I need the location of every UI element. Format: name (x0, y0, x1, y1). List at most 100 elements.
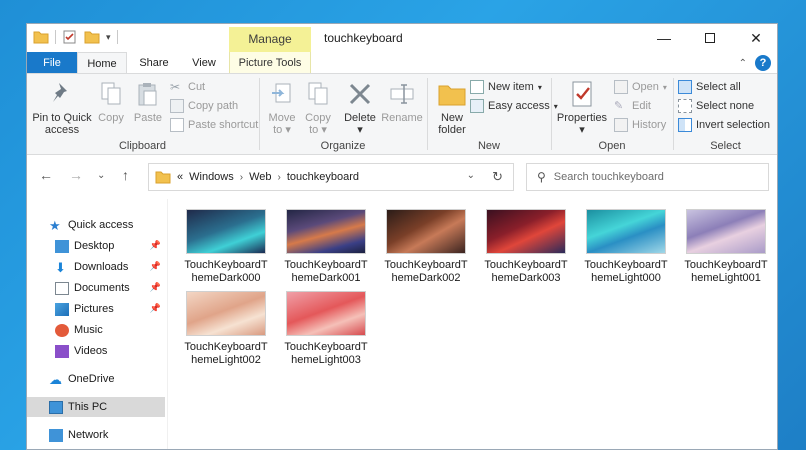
navigation-pane: ★ Quick access Desktop 📌 ⬇ Downloads 📌 D… (27, 199, 167, 449)
search-box[interactable]: ⚲ Search touchkeyboard (526, 163, 769, 191)
thumbnail-image (586, 209, 666, 254)
nav-item-documents[interactable]: Documents 📌 (27, 278, 165, 298)
breadcrumb-separator-icon[interactable]: › (278, 172, 281, 183)
new-item-button[interactable]: New item ▾ (470, 80, 542, 94)
search-icon: ⚲ (537, 170, 546, 184)
manage-contextual-tab[interactable]: Manage (229, 27, 311, 52)
nav-label: Quick access (68, 219, 134, 231)
properties-button[interactable]: Properties ▾ (556, 78, 608, 136)
tab-share[interactable]: Share (134, 52, 174, 74)
nav-item-network[interactable]: Network (27, 425, 165, 445)
cut-button[interactable]: ✂ Cut (170, 80, 205, 94)
pin-icon[interactable]: 📌 (150, 282, 161, 293)
nav-item-music[interactable]: Music (27, 320, 165, 340)
paste-button[interactable]: Paste (130, 78, 166, 124)
copy-label: Copy (98, 112, 124, 124)
delete-x-icon (349, 83, 371, 105)
tab-picture-tools[interactable]: Picture Tools (229, 52, 311, 74)
customize-toolbar-dropdown-icon[interactable]: ▾ (106, 32, 111, 43)
tab-view[interactable]: View (185, 52, 223, 74)
nav-item-onedrive[interactable]: ☁ OneDrive (27, 369, 165, 389)
select-all-button[interactable]: Select all (678, 80, 741, 94)
maximize-button[interactable] (687, 24, 733, 52)
close-button[interactable]: ✕ (733, 24, 777, 52)
file-item[interactable]: TouchKeyboardT hemeDark003 (476, 209, 576, 285)
ribbon: Pin to Quick access Copy Paste ✂ Cut Cop… (27, 73, 777, 155)
new-folder-icon[interactable] (84, 30, 100, 44)
delete-button[interactable]: Delete ▾ (340, 78, 380, 136)
nav-label: Videos (74, 345, 108, 357)
nav-item-pictures[interactable]: Pictures 📌 (27, 299, 165, 319)
minimize-ribbon-chevron-icon[interactable]: ⌃ (739, 58, 747, 69)
file-item[interactable]: TouchKeyboardT hemeDark002 (376, 209, 476, 285)
nav-label: OneDrive (68, 373, 115, 385)
pin-icon[interactable]: 📌 (150, 261, 161, 272)
network-icon (49, 428, 63, 442)
file-item[interactable]: TouchKeyboardT hemeLight002 (176, 291, 276, 367)
help-icon[interactable]: ? (755, 55, 771, 71)
pin-icon[interactable]: 📌 (150, 240, 161, 251)
open-button[interactable]: Open ▾ (614, 80, 667, 94)
new-folder-label-line2: folder (438, 124, 466, 136)
move-to-button[interactable]: Move to ▾ (264, 78, 300, 136)
scissors-icon: ✂ (170, 80, 181, 94)
file-item[interactable]: TouchKeyboardT hemeDark000 (176, 209, 276, 285)
nav-label: This PC (68, 401, 108, 413)
forward-arrow-icon[interactable]: → (69, 167, 83, 183)
pin-label-line1: Pin to Quick (32, 112, 92, 124)
paste-shortcut-button[interactable]: Paste shortcut (170, 118, 258, 132)
move-to-icon (272, 83, 291, 103)
edit-label: Edit (632, 100, 651, 112)
nav-label: Downloads (74, 261, 129, 273)
breadcrumb-overflow[interactable]: « (177, 171, 183, 183)
nav-item-this-pc[interactable]: This PC (27, 397, 165, 417)
file-explorer-window: ▾ Manage touchkeyboard — ✕ File Home Sha… (26, 23, 778, 450)
pin-to-quick-access-button[interactable]: Pin to Quick access (31, 78, 93, 136)
pin-icon[interactable]: 📌 (150, 303, 161, 314)
nav-item-downloads[interactable]: ⬇ Downloads 📌 (27, 257, 165, 277)
refresh-icon[interactable]: ↻ (492, 169, 503, 185)
select-none-label: Select none (696, 100, 755, 112)
file-item[interactable]: TouchKeyboardT hemeLight003 (276, 291, 376, 367)
invert-selection-button[interactable]: Invert selection (678, 118, 770, 132)
nav-label: Music (74, 324, 103, 336)
breadcrumb-windows[interactable]: Windows (189, 171, 234, 183)
minimize-button[interactable]: — (641, 24, 687, 52)
breadcrumb-separator-icon[interactable]: › (240, 172, 243, 183)
file-item[interactable]: TouchKeyboardT hemeDark001 (276, 209, 376, 285)
file-item[interactable]: TouchKeyboardT hemeLight001 (676, 209, 776, 285)
quick-access-toolbar: ▾ (33, 30, 118, 44)
recent-locations-chevron-icon[interactable]: ⌄ (97, 170, 105, 181)
address-dropdown-chevron-icon[interactable]: ⌄ (467, 170, 475, 181)
rename-button[interactable]: Rename (380, 78, 424, 124)
breadcrumb-touchkeyboard[interactable]: touchkeyboard (287, 171, 359, 183)
copy-button[interactable]: Copy (93, 78, 129, 124)
open-label: Open (632, 81, 659, 93)
properties-checkmark-icon (572, 81, 592, 107)
nav-label: Desktop (74, 240, 115, 252)
properties-checkmark-icon[interactable] (62, 30, 78, 44)
up-arrow-icon[interactable]: ↑ (122, 167, 129, 183)
file-name: TouchKeyboardT hemeDark002 (384, 259, 468, 284)
tab-home[interactable]: Home (77, 52, 127, 74)
copy-to-button[interactable]: Copy to ▾ (300, 78, 336, 136)
new-group: New folder New item ▾ Easy access ▾ New (428, 74, 558, 154)
nav-item-videos[interactable]: Videos (27, 341, 165, 361)
history-button[interactable]: History (614, 118, 666, 132)
file-item[interactable]: TouchKeyboardT hemeLight000 (576, 209, 676, 285)
delete-label: Delete (344, 112, 376, 124)
tab-file[interactable]: File (27, 52, 77, 74)
folder-icon (155, 171, 171, 183)
clipboard-group: Pin to Quick access Copy Paste ✂ Cut Cop… (27, 74, 258, 154)
new-folder-button[interactable]: New folder (432, 78, 472, 136)
breadcrumb-web[interactable]: Web (249, 171, 271, 183)
select-none-button[interactable]: Select none (678, 99, 754, 113)
copy-path-button[interactable]: Copy path (170, 99, 238, 113)
back-arrow-icon[interactable]: ← (39, 167, 53, 183)
easy-access-button[interactable]: Easy access ▾ (470, 99, 558, 113)
address-bar[interactable]: « Windows › Web › touchkeyboard ⌄ ↻ (148, 163, 514, 191)
select-group-label: Select (710, 140, 741, 152)
edit-button[interactable]: ✎ Edit (614, 99, 651, 113)
nav-item-desktop[interactable]: Desktop 📌 (27, 236, 165, 256)
nav-item-quick-access[interactable]: ★ Quick access (27, 215, 165, 235)
